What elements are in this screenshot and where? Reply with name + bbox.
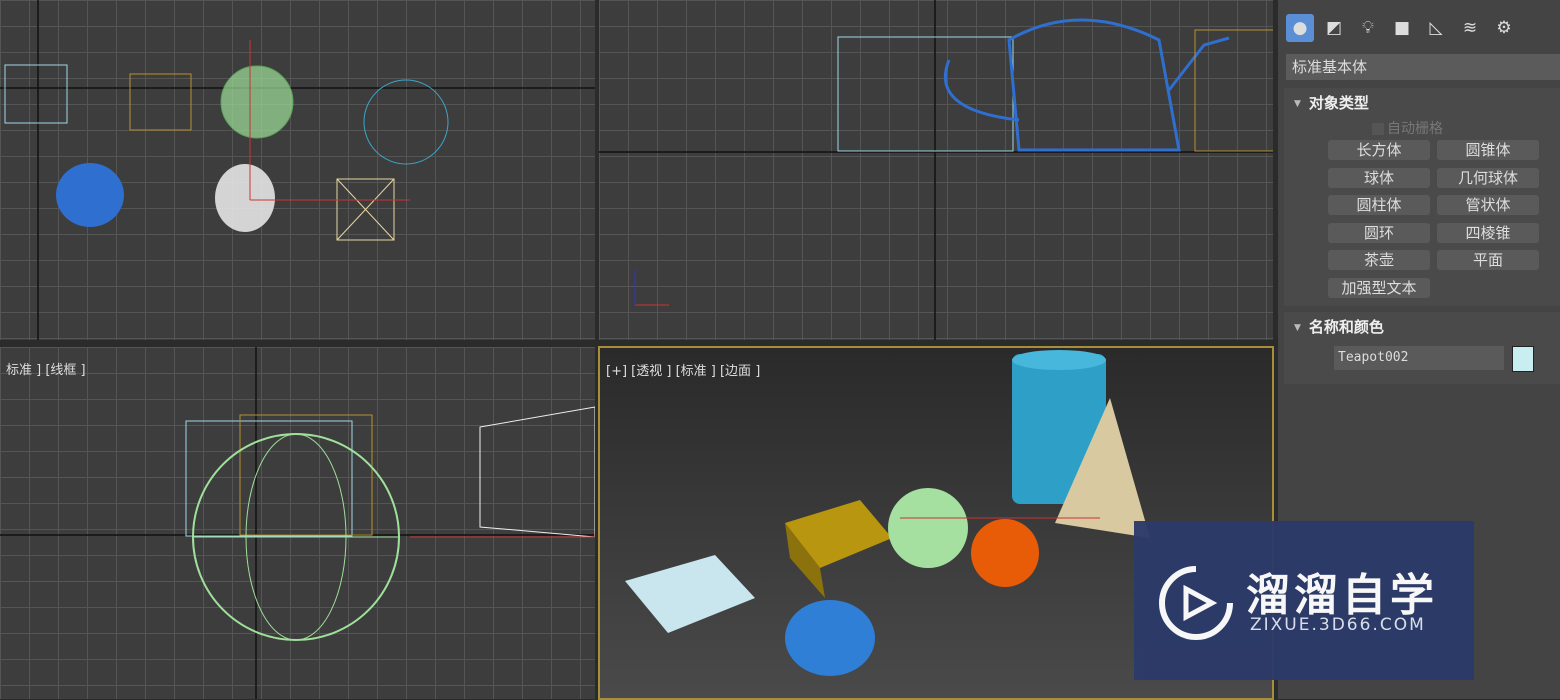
systems-icon[interactable]: ⚙ — [1490, 14, 1518, 42]
pyramid-button[interactable]: 四棱锥 — [1437, 223, 1539, 243]
viewport-front[interactable] — [599, 0, 1273, 340]
spacewarps-icon[interactable]: ≋ — [1456, 14, 1484, 42]
viewport-top[interactable] — [0, 0, 595, 340]
collapse-triangle-icon: ▼ — [1294, 322, 1301, 333]
shapes-icon[interactable]: ◩ — [1320, 14, 1348, 42]
sphere-button[interactable]: 球体 — [1328, 168, 1430, 188]
object-type-header[interactable]: ▼ 对象类型 — [1284, 88, 1560, 113]
autogrid-checkbox[interactable]: 自动栅格 — [1372, 118, 1443, 138]
plane-button[interactable]: 平面 — [1437, 250, 1539, 270]
torus-button[interactable]: 圆环 — [1328, 223, 1430, 243]
autogrid-label: 自动栅格 — [1387, 121, 1443, 137]
geosphere-button[interactable]: 几何球体 — [1437, 168, 1539, 188]
tube-button[interactable]: 管状体 — [1437, 195, 1539, 215]
object-name-input[interactable]: Teapot002 — [1334, 346, 1504, 370]
collapse-triangle-icon: ▼ — [1294, 98, 1301, 109]
front-scene — [599, 0, 1273, 340]
teapot-button[interactable]: 茶壶 — [1328, 250, 1430, 270]
create-category-tabs: ● ◩ 💡︎ ■ ◺ ≋ ⚙ — [1286, 14, 1518, 42]
top-scene — [0, 0, 595, 340]
lights-icon[interactable]: 💡︎ — [1354, 14, 1382, 42]
watermark-title: 溜溜自学 — [1246, 570, 1438, 621]
box-button[interactable]: 长方体 — [1328, 140, 1430, 160]
object-color-swatch[interactable] — [1512, 346, 1534, 372]
textplus-button[interactable]: 加强型文本 — [1328, 278, 1430, 298]
viewport-left[interactable]: 标准 ] [线框 ] — [0, 347, 595, 699]
watermark-url: ZIXUE.3D66.COM — [1250, 615, 1426, 635]
cone-button[interactable]: 圆锥体 — [1437, 140, 1539, 160]
name-color-rollout: ▼ 名称和颜色 Teapot002 — [1284, 312, 1560, 384]
name-color-header[interactable]: ▼ 名称和颜色 — [1284, 312, 1560, 337]
name-color-title: 名称和颜色 — [1308, 318, 1384, 336]
helpers-icon[interactable]: ◺ — [1422, 14, 1450, 42]
watermark-logo-icon — [1159, 566, 1233, 640]
viewport-left-label[interactable]: 标准 ] [线框 ] — [6, 359, 86, 378]
cylinder-button[interactable]: 圆柱体 — [1328, 195, 1430, 215]
geometry-icon[interactable]: ● — [1286, 14, 1314, 42]
object-type-rollout: ▼ 对象类型 自动栅格 长方体 圆锥体 球体 几何球体 圆柱体 管状体 圆环 四棱… — [1284, 88, 1560, 306]
cameras-icon[interactable]: ■ — [1388, 14, 1416, 42]
object-type-title: 对象类型 — [1308, 94, 1369, 112]
category-dropdown[interactable]: 标准基本体 — [1286, 54, 1560, 80]
watermark: 溜溜自学 ZIXUE.3D66.COM — [1134, 521, 1474, 680]
left-scene — [0, 347, 595, 699]
viewport-perspective-label[interactable]: [+] [透视 ] [标准 ] [边面 ] — [606, 360, 760, 379]
